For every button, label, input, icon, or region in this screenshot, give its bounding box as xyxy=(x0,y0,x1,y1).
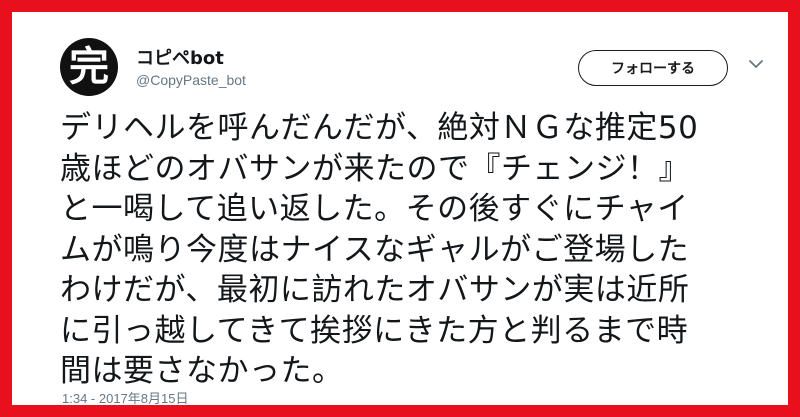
tweet-text-line: わけだが、最初に訪れたオバサンが実は近所 xyxy=(60,272,690,308)
tweet-text-line: ムが鳴り今度はナイスなギャルがご登場した xyxy=(60,231,690,268)
user-handle[interactable]: @CopyPaste_bot xyxy=(136,72,246,88)
tweet-text-line: に引っ越してきて挨拶にきた方と判るまで時 xyxy=(60,312,689,349)
tweet-text-line: 歳ほどのオバサンが来たので『チェンジ！』 xyxy=(60,150,690,187)
tweet-text-line: デリヘルを呼んだんだが、絶対ＮＧな推定50 xyxy=(60,110,699,146)
tweet-text-line: と一喝して追い返した。その後すぐにチャイ xyxy=(60,191,689,227)
tweet-text: デリヘルを呼んだんだが、絶対ＮＧな推定50 歳ほどのオバサンが来たので『チェンジ… xyxy=(60,108,760,392)
tweet-timestamp[interactable]: 1:34 - 2017年8月15日 xyxy=(62,388,188,407)
follow-button[interactable]: フォローする xyxy=(578,50,728,86)
avatar[interactable]: 完 xyxy=(60,38,118,96)
tweet-text-line: 間は要さなかった。 xyxy=(60,353,344,389)
display-name[interactable]: コピペbot xyxy=(136,44,224,70)
tweet-card: 完 コピペbot @CopyPaste_bot フォローする デリヘルを呼んだん… xyxy=(0,0,800,417)
chevron-down-icon[interactable] xyxy=(746,54,766,74)
